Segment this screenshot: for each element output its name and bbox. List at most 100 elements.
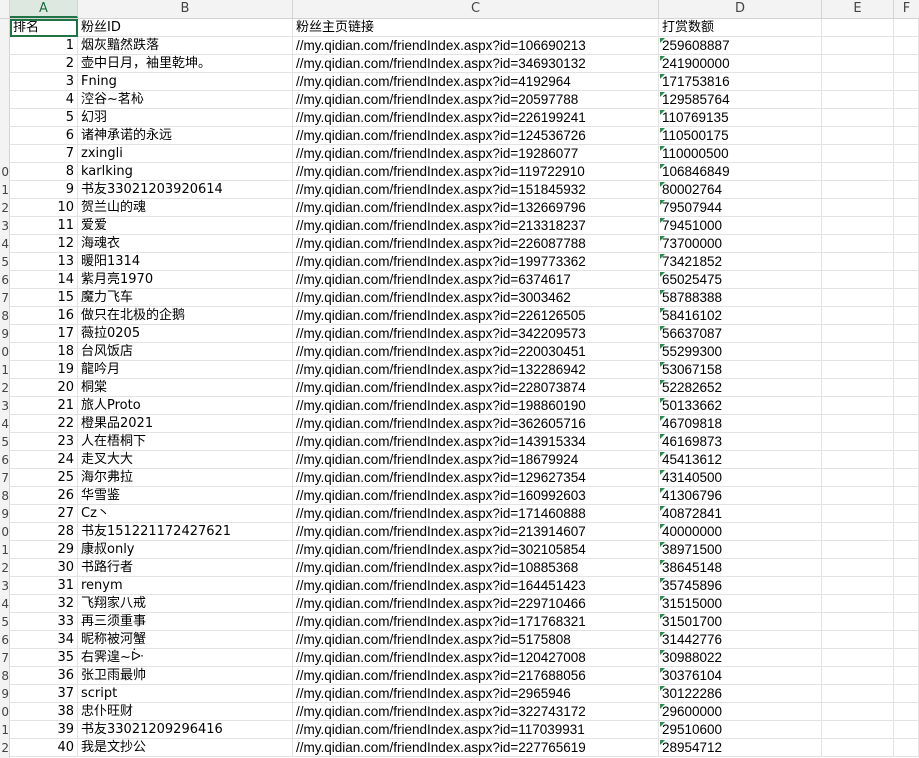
cell-empty-f[interactable] bbox=[894, 379, 919, 397]
cell-empty-e[interactable] bbox=[822, 433, 894, 451]
cell-amount[interactable]: 65025475 bbox=[659, 271, 822, 289]
cell-fan-id[interactable]: 飞翔家八戒 bbox=[78, 595, 293, 613]
cell-c1-url-header[interactable]: 粉丝主页链接 bbox=[293, 19, 659, 37]
cell-amount[interactable]: 50133662 bbox=[659, 397, 822, 415]
cell-fan-id[interactable]: 做只在北极的企鹅 bbox=[78, 307, 293, 325]
cell-url[interactable]: //my.qidian.com/friendIndex.aspx?id=4192… bbox=[293, 73, 659, 91]
cell-rank[interactable]: 39 bbox=[10, 721, 78, 739]
cell-amount[interactable]: 43140500 bbox=[659, 469, 822, 487]
row-number[interactable]: 2 bbox=[0, 559, 9, 577]
cell-amount[interactable]: 110769135 bbox=[659, 109, 822, 127]
cell-rank[interactable]: 13 bbox=[10, 253, 78, 271]
row-number[interactable]: 2 bbox=[0, 379, 9, 397]
cell-fan-id[interactable]: 幻羽 bbox=[78, 109, 293, 127]
cell-amount[interactable]: 259608887 bbox=[659, 37, 822, 55]
cell-empty-f[interactable] bbox=[894, 55, 919, 73]
cell-empty-f[interactable] bbox=[894, 127, 919, 145]
cell-rank[interactable]: 32 bbox=[10, 595, 78, 613]
select-all-corner[interactable] bbox=[0, 0, 10, 18]
cell-empty-f[interactable] bbox=[894, 37, 919, 55]
cell-amount[interactable]: 79507944 bbox=[659, 199, 822, 217]
row-number[interactable]: 1 bbox=[0, 721, 9, 739]
cell-empty-f[interactable] bbox=[894, 271, 919, 289]
cell-fan-id[interactable]: 旅人Proto bbox=[78, 397, 293, 415]
cell-empty-e[interactable] bbox=[822, 379, 894, 397]
cell-amount[interactable]: 30988022 bbox=[659, 649, 822, 667]
row-number[interactable]: 8 bbox=[0, 667, 9, 685]
cell-empty-e[interactable] bbox=[822, 451, 894, 469]
cell-fan-id[interactable]: renym bbox=[78, 577, 293, 595]
cell-amount[interactable]: 55299300 bbox=[659, 343, 822, 361]
cell-empty-e[interactable] bbox=[822, 523, 894, 541]
cell-empty-e[interactable] bbox=[822, 145, 894, 163]
cell-amount[interactable]: 31442776 bbox=[659, 631, 822, 649]
cell-url[interactable]: //my.qidian.com/friendIndex.aspx?id=1518… bbox=[293, 181, 659, 199]
cell-empty-f[interactable] bbox=[894, 415, 919, 433]
cell-url[interactable]: //my.qidian.com/friendIndex.aspx?id=1717… bbox=[293, 613, 659, 631]
cell-url[interactable]: //my.qidian.com/friendIndex.aspx?id=1928… bbox=[293, 145, 659, 163]
cell-fan-id[interactable]: 昵称被河蟹 bbox=[78, 631, 293, 649]
cell-fan-id[interactable]: 张卫雨最帅 bbox=[78, 667, 293, 685]
cell-amount[interactable]: 52282652 bbox=[659, 379, 822, 397]
cell-empty-f[interactable] bbox=[894, 325, 919, 343]
cell-rank[interactable]: 20 bbox=[10, 379, 78, 397]
cell-empty-f[interactable] bbox=[894, 469, 919, 487]
cell-rank[interactable]: 26 bbox=[10, 487, 78, 505]
cell-fan-id[interactable]: Fning bbox=[78, 73, 293, 91]
cell-amount[interactable]: 31501700 bbox=[659, 613, 822, 631]
cell-amount[interactable]: 241900000 bbox=[659, 55, 822, 73]
cell-empty-f[interactable] bbox=[894, 487, 919, 505]
row-number[interactable]: 9 bbox=[0, 505, 9, 523]
row-number[interactable]: 4 bbox=[0, 415, 9, 433]
cell-url[interactable]: //my.qidian.com/friendIndex.aspx?id=1204… bbox=[293, 649, 659, 667]
cell-empty-f[interactable] bbox=[894, 397, 919, 415]
cell-rank[interactable]: 15 bbox=[10, 289, 78, 307]
cell-empty-e[interactable] bbox=[822, 127, 894, 145]
cell-fan-id[interactable]: 台风饭店 bbox=[78, 343, 293, 361]
cell-rank[interactable]: 30 bbox=[10, 559, 78, 577]
cell-rank[interactable]: 38 bbox=[10, 703, 78, 721]
cell-rank[interactable]: 11 bbox=[10, 217, 78, 235]
cell-empty-f[interactable] bbox=[894, 109, 919, 127]
row-number[interactable]: 3 bbox=[0, 217, 9, 235]
cell-rank[interactable]: 19 bbox=[10, 361, 78, 379]
cell-fan-id[interactable]: 书友33021209296416 bbox=[78, 721, 293, 739]
cell-rank[interactable]: 36 bbox=[10, 667, 78, 685]
cell-rank[interactable]: 23 bbox=[10, 433, 78, 451]
cell-empty-f[interactable] bbox=[894, 541, 919, 559]
cell-fan-id[interactable]: 书友151221172427621 bbox=[78, 523, 293, 541]
cell-amount[interactable]: 30122286 bbox=[659, 685, 822, 703]
cell-url[interactable]: //my.qidian.com/friendIndex.aspx?id=2965… bbox=[293, 685, 659, 703]
cell-empty-e[interactable] bbox=[822, 343, 894, 361]
cell-empty-f[interactable] bbox=[894, 451, 919, 469]
cell-rank[interactable]: 17 bbox=[10, 325, 78, 343]
cell-amount[interactable]: 35745896 bbox=[659, 577, 822, 595]
cell-empty-f[interactable] bbox=[894, 721, 919, 739]
cell-empty-f[interactable] bbox=[894, 577, 919, 595]
cell-fan-id[interactable]: 忠仆旺财 bbox=[78, 703, 293, 721]
row-number[interactable]: 9 bbox=[0, 685, 9, 703]
cell-fan-id[interactable]: 康叔only bbox=[78, 541, 293, 559]
cell-url[interactable]: //my.qidian.com/friendIndex.aspx?id=1997… bbox=[293, 253, 659, 271]
cell-empty-f[interactable] bbox=[894, 343, 919, 361]
cell-url[interactable]: //my.qidian.com/friendIndex.aspx?id=3021… bbox=[293, 541, 659, 559]
cell-fan-id[interactable]: 华雪鉴 bbox=[78, 487, 293, 505]
cell-e1[interactable] bbox=[822, 19, 894, 37]
cell-amount[interactable]: 73421852 bbox=[659, 253, 822, 271]
cell-fan-id[interactable]: 龍吟月 bbox=[78, 361, 293, 379]
cell-empty-e[interactable] bbox=[822, 595, 894, 613]
cell-rank[interactable]: 9 bbox=[10, 181, 78, 199]
row-number[interactable]: 5 bbox=[0, 253, 9, 271]
row-number[interactable]: 9 bbox=[0, 325, 9, 343]
cell-url[interactable]: //my.qidian.com/friendIndex.aspx?id=1170… bbox=[293, 721, 659, 739]
row-number[interactable] bbox=[0, 19, 9, 37]
row-number[interactable]: 4 bbox=[0, 235, 9, 253]
cell-rank[interactable]: 18 bbox=[10, 343, 78, 361]
cell-amount[interactable]: 46169873 bbox=[659, 433, 822, 451]
cell-url[interactable]: //my.qidian.com/friendIndex.aspx?id=2277… bbox=[293, 739, 659, 757]
cell-empty-e[interactable] bbox=[822, 721, 894, 739]
cell-amount[interactable]: 79451000 bbox=[659, 217, 822, 235]
cell-fan-id[interactable]: 诸神承诺的永远 bbox=[78, 127, 293, 145]
cell-amount[interactable]: 31515000 bbox=[659, 595, 822, 613]
cell-fan-id[interactable]: 海尔弗拉 bbox=[78, 469, 293, 487]
